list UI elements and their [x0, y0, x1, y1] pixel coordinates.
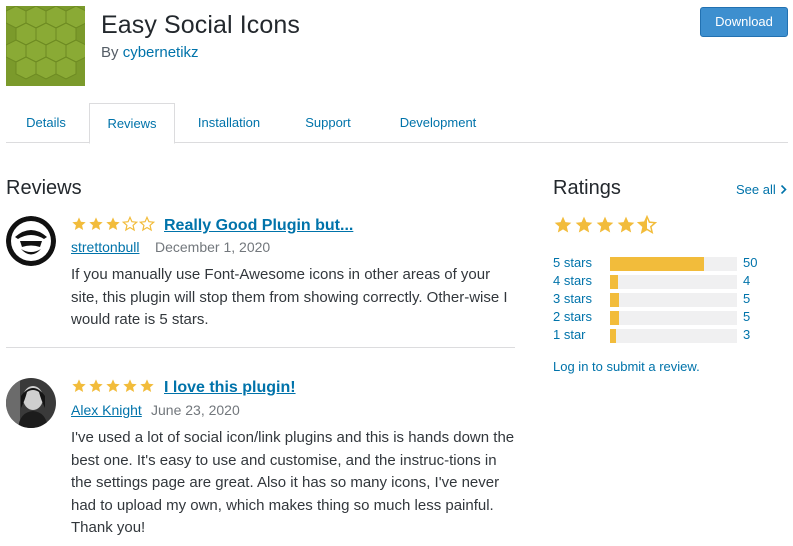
avatar	[6, 216, 56, 266]
rating-bar-fill	[610, 311, 619, 325]
tab-reviews[interactable]: Reviews	[89, 103, 175, 144]
rating-bar	[610, 311, 737, 325]
star-filled-icon	[89, 379, 103, 392]
plugin-title: Easy Social Icons	[101, 11, 301, 39]
ratings-heading: Ratings	[553, 177, 621, 199]
rating-bar-fill	[610, 275, 618, 289]
rating-count[interactable]: 5	[743, 291, 750, 306]
review-date: June 23, 2020	[151, 402, 240, 418]
rating-row-1: 1 star 3	[553, 327, 788, 345]
see-all-link[interactable]: See all	[736, 182, 787, 197]
chevron-right-icon	[780, 182, 787, 197]
review-author[interactable]: strettonbull	[71, 239, 139, 255]
star-filled-icon	[106, 217, 120, 230]
review-author[interactable]: Alex Knight	[71, 402, 142, 418]
download-button[interactable]: Download	[700, 7, 788, 37]
rating-label[interactable]: 2 stars	[553, 309, 592, 324]
tab-details[interactable]: Details	[6, 103, 86, 143]
author-prefix: By	[101, 44, 119, 61]
rating-bar-fill	[610, 257, 704, 271]
star-empty-icon	[122, 216, 138, 232]
rating-count[interactable]: 5	[743, 309, 750, 324]
rating-bar	[610, 293, 737, 307]
reviews-heading: Reviews	[6, 177, 82, 199]
review-stars	[71, 216, 155, 234]
star-filled-icon	[575, 216, 593, 233]
average-rating-stars	[553, 215, 657, 235]
rating-bar-fill	[610, 329, 617, 343]
rating-label[interactable]: 3 stars	[553, 291, 592, 306]
star-filled-icon	[89, 217, 103, 230]
star-half-icon	[637, 215, 657, 235]
tab-development[interactable]: Development	[386, 103, 490, 143]
review-title[interactable]: Really Good Plugin but...	[164, 217, 353, 235]
star-filled-icon	[72, 217, 86, 230]
login-to-review-link[interactable]: Log in to submit a review.	[553, 359, 700, 374]
rating-bar	[610, 275, 737, 289]
rating-row-2: 2 stars 5	[553, 309, 788, 327]
rating-label[interactable]: 4 stars	[553, 273, 592, 288]
star-filled-icon	[140, 379, 154, 392]
star-filled-icon	[617, 216, 635, 233]
rating-label[interactable]: 5 stars	[553, 255, 592, 270]
rating-row-5: 5 stars 50	[553, 255, 788, 273]
rating-count[interactable]: 3	[743, 327, 750, 342]
star-filled-icon	[72, 379, 86, 392]
rating-bar	[610, 257, 737, 271]
review-stars	[71, 378, 155, 396]
see-all-label: See all	[736, 182, 776, 197]
star-filled-icon	[554, 216, 572, 233]
tab-installation[interactable]: Installation	[184, 103, 274, 143]
review-date: December 1, 2020	[155, 239, 271, 255]
review-title[interactable]: I love this plugin!	[164, 379, 296, 397]
rating-label[interactable]: 1 star	[553, 327, 586, 342]
star-filled-icon	[123, 379, 137, 392]
star-filled-icon	[596, 216, 614, 233]
plugin-author: By cybernetikz	[101, 44, 199, 61]
review-body: If you manually use Font-Awesome icons i…	[71, 266, 508, 328]
rating-row-4: 4 stars 4	[553, 273, 788, 291]
rating-bar	[610, 329, 737, 343]
rating-count[interactable]: 50	[743, 255, 757, 270]
plugin-tabs: Details Reviews Installation Support Dev…	[6, 103, 788, 144]
plugin-icon	[6, 6, 85, 86]
author-link[interactable]: cybernetikz	[123, 44, 199, 61]
star-filled-icon	[106, 379, 120, 392]
review-body: I've used a lot of social icon/link plug…	[71, 429, 515, 536]
rating-count[interactable]: 4	[743, 273, 750, 288]
rating-bar-fill	[610, 293, 619, 307]
star-empty-icon	[139, 216, 155, 232]
rating-row-3: 3 stars 5	[553, 291, 788, 309]
avatar	[6, 378, 56, 428]
tab-support[interactable]: Support	[288, 103, 368, 143]
review-divider	[6, 347, 515, 348]
